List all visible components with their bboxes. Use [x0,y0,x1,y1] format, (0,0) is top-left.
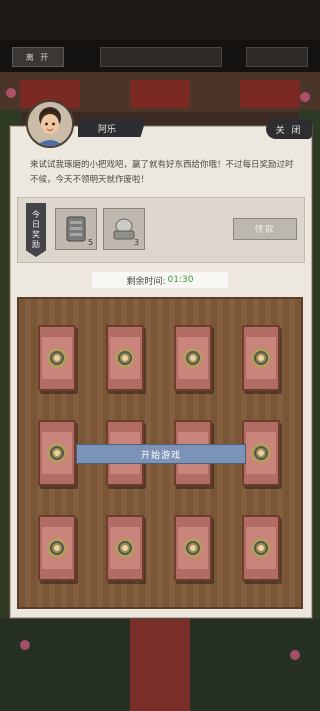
memory-card[interactable] [242,325,280,391]
remaining-time-value: 01:30 [167,275,194,285]
flower-decoration [6,88,16,98]
npc-avatar [26,100,74,148]
memory-card[interactable] [38,420,76,486]
close-button[interactable]: 关 闭 [266,119,312,139]
claim-reward-button[interactable]: 领取 [233,218,297,240]
memory-card[interactable] [106,515,144,581]
location-title [100,47,222,67]
remaining-time: 剩余时间: 01:30 [92,272,228,288]
remaining-time-label: 剩余时间: [126,276,166,287]
npc-dialog-text: 来试试我琢磨的小把戏吧，赢了就有好东西给你哦！不过每日奖励过时不候，今天不领明天… [30,160,294,185]
background-carpet [130,618,190,711]
memory-card[interactable] [174,325,212,391]
leave-button[interactable]: 离 开 [12,47,64,67]
memory-card[interactable] [242,515,280,581]
flower-decoration [300,92,310,102]
reward-item-count: 3 [134,238,140,247]
npc-name: 阿乐 [98,124,117,135]
daily-reward-tag: 今日奖励 [26,203,46,257]
status-plate [246,47,308,67]
memory-card[interactable] [106,325,144,391]
flower-decoration [290,650,300,660]
npc-name-plate: 阿乐 [78,119,146,137]
memory-card[interactable] [242,420,280,486]
flower-decoration [20,640,30,650]
memory-card[interactable] [38,515,76,581]
memory-card[interactable] [174,515,212,581]
reward-item-count: 5 [88,238,94,247]
memory-card[interactable] [38,325,76,391]
start-game-button[interactable]: 开始游戏 [76,444,246,464]
